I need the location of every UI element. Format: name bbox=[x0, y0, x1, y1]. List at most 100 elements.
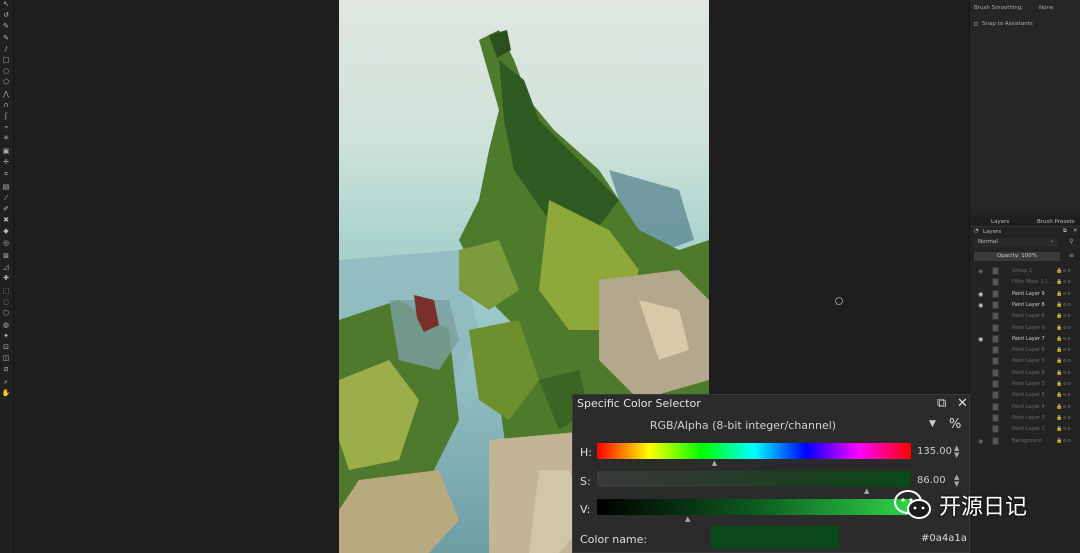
eye-hidden-icon[interactable]: · bbox=[978, 426, 980, 433]
value-slider[interactable] bbox=[597, 499, 911, 515]
smart-patch-tool-icon[interactable]: ✖ bbox=[1, 216, 11, 225]
layer-row[interactable]: · Paint Layer 6 🔒αο bbox=[970, 368, 1080, 379]
layer-lock-alpha-icons[interactable]: 🔒αο bbox=[1056, 426, 1072, 432]
eye-icon[interactable]: ◉ bbox=[978, 438, 983, 445]
blend-mode-select[interactable]: Normal ⌄ bbox=[974, 238, 1058, 247]
tab-layers[interactable]: Layers bbox=[991, 219, 1009, 225]
layer-lock-alpha-icons[interactable]: 🔒αο bbox=[1056, 313, 1072, 319]
elliptical-selection-tool-icon[interactable]: ◌ bbox=[1, 298, 11, 307]
eye-icon[interactable]: ◉ bbox=[978, 291, 983, 298]
eye-hidden-icon[interactable]: · bbox=[978, 392, 980, 399]
contiguous-selection-tool-icon[interactable]: ✦ bbox=[1, 332, 11, 341]
eye-hidden-icon[interactable]: · bbox=[978, 370, 980, 377]
saturation-slider-marker[interactable]: ▲ bbox=[864, 487, 869, 495]
opacity-slider[interactable]: Opacity: 100% bbox=[974, 252, 1060, 261]
select-shapes-tool-icon[interactable]: ↖ bbox=[1, 0, 11, 9]
layer-lock-alpha-icons[interactable]: 🔒αο bbox=[1056, 336, 1072, 342]
layer-row[interactable]: ◉ Group 2 🔒αο bbox=[970, 266, 1080, 277]
close-panel-icon[interactable]: ✕ bbox=[1073, 228, 1078, 234]
reference-tool-icon[interactable]: ✚ bbox=[1, 274, 11, 283]
eye-hidden-icon[interactable]: · bbox=[978, 381, 980, 388]
freehand-path-tool-icon[interactable]: ʃ bbox=[1, 112, 11, 121]
similar-selection-tool-icon[interactable]: ⊡ bbox=[1, 343, 11, 352]
eye-icon[interactable]: ◉ bbox=[978, 302, 983, 309]
eye-icon[interactable]: ◉ bbox=[978, 336, 983, 343]
layer-row[interactable]: ◉ Paint Layer 8 🔒αο bbox=[970, 300, 1080, 311]
colorize-mask-tool-icon[interactable]: ✐ bbox=[1, 205, 11, 214]
transform-tool-icon[interactable]: ▣ bbox=[1, 147, 11, 156]
float-panel-icon[interactable]: ⧉ bbox=[937, 396, 946, 411]
layer-lock-alpha-icons[interactable]: 🔒αο bbox=[1056, 325, 1072, 331]
eye-hidden-icon[interactable]: · bbox=[978, 404, 980, 411]
color-hex-value[interactable]: #0a4a1a bbox=[921, 533, 967, 544]
layer-lock-alpha-icons[interactable]: 🔒αο bbox=[1056, 381, 1072, 387]
edit-shapes-tool-icon[interactable]: ↺ bbox=[1, 11, 11, 20]
freehand-selection-tool-icon[interactable]: ◍ bbox=[1, 321, 11, 330]
rectangle-tool-icon[interactable]: □ bbox=[1, 56, 11, 65]
multibrush-tool-icon[interactable]: ✳ bbox=[1, 134, 11, 143]
color-model-dropdown-icon[interactable]: ▼ bbox=[929, 419, 936, 429]
snap-to-assistants-checkbox[interactable]: Snap to Assistants bbox=[974, 21, 1033, 27]
hue-slider-marker[interactable]: ▲ bbox=[712, 459, 717, 467]
eye-hidden-icon[interactable]: · bbox=[978, 358, 980, 365]
crop-tool-icon[interactable]: ⌗ bbox=[1, 170, 11, 179]
layer-lock-alpha-icons[interactable]: 🔒αο bbox=[1056, 302, 1072, 308]
layer-lock-alpha-icons[interactable]: 🔒αο bbox=[1056, 291, 1072, 297]
layer-lock-alpha-icons[interactable]: 🔒αο bbox=[1056, 268, 1072, 274]
eye-hidden-icon[interactable]: · bbox=[978, 415, 980, 422]
layer-row[interactable]: · Paint Layer 1 🔒αο bbox=[970, 424, 1080, 435]
layer-row[interactable]: · Paint Layer 5 🔒αο bbox=[970, 356, 1080, 367]
layer-row[interactable]: · Paint Layer 6 🔒αο bbox=[970, 323, 1080, 334]
layer-lock-alpha-icons[interactable]: 🔒αο bbox=[1056, 438, 1072, 444]
eye-hidden-icon[interactable]: · bbox=[978, 325, 980, 332]
layer-row[interactable]: · Paint Layer 6 🔒αο bbox=[970, 311, 1080, 322]
gradient-tool-icon[interactable]: ▤ bbox=[1, 183, 11, 192]
eye-icon[interactable]: ◉ bbox=[978, 268, 983, 275]
rectangular-selection-tool-icon[interactable]: ⬚ bbox=[1, 287, 11, 296]
dynamic-brush-tool-icon[interactable]: ⌁ bbox=[1, 123, 11, 132]
tab-brush-presets[interactable]: Brush Presets bbox=[1037, 219, 1075, 225]
layer-lock-alpha-icons[interactable]: 🔒αο bbox=[1056, 370, 1072, 376]
move-tool-icon[interactable]: ✛ bbox=[1, 158, 11, 167]
text-tool-icon[interactable]: ✎ bbox=[1, 22, 11, 31]
enclose-fill-tool-icon[interactable]: ◎ bbox=[1, 239, 11, 248]
layer-row[interactable]: ◉ Paint Layer 9 🔒αο bbox=[970, 289, 1080, 300]
layer-lock-alpha-icons[interactable]: 🔒αο bbox=[1056, 358, 1072, 364]
float-panel-icon[interactable]: ⧉ bbox=[1063, 228, 1067, 235]
percent-toggle-button[interactable]: % bbox=[949, 417, 961, 432]
layer-row[interactable]: ◉ Paint Layer 7 🔒αο bbox=[970, 334, 1080, 345]
close-icon[interactable]: ✕ bbox=[957, 396, 968, 411]
layer-menu-icon[interactable]: ≡ bbox=[1069, 252, 1074, 259]
eye-hidden-icon[interactable]: · bbox=[978, 313, 980, 320]
polyline-tool-icon[interactable]: ⋀ bbox=[1, 90, 11, 99]
layer-row[interactable]: ◉ Background 🔒αο bbox=[970, 436, 1080, 447]
eye-hidden-icon[interactable]: · bbox=[978, 279, 980, 286]
ellipse-tool-icon[interactable]: ○ bbox=[1, 67, 11, 76]
hue-slider[interactable] bbox=[597, 443, 911, 459]
bezier-selection-tool-icon[interactable]: ◫ bbox=[1, 354, 11, 363]
eye-hidden-icon[interactable]: · bbox=[978, 347, 980, 354]
value-slider-marker[interactable]: ▲ bbox=[685, 515, 690, 523]
checkbox-box[interactable] bbox=[974, 21, 978, 26]
layer-lock-alpha-icons[interactable]: 🔒αο bbox=[1056, 347, 1072, 353]
filter-icon[interactable]: ⚲ bbox=[1069, 238, 1073, 245]
layer-row[interactable]: · Paint Layer 4 🔒αο bbox=[970, 402, 1080, 413]
brush-smoothing-select[interactable]: None bbox=[1039, 5, 1053, 11]
color-sampler-tool-icon[interactable]: ⁄ bbox=[1, 194, 11, 203]
polygonal-selection-tool-icon[interactable]: ⬡ bbox=[1, 309, 11, 318]
layer-lock-alpha-icons[interactable]: 🔒αο bbox=[1056, 404, 1072, 410]
layer-row[interactable]: · Filter Mask 1 (... 🔒αο bbox=[970, 277, 1080, 288]
bezier-curve-tool-icon[interactable]: ∩ bbox=[1, 101, 11, 110]
layer-row[interactable]: · Paint Layer 3 🔒αο bbox=[970, 413, 1080, 424]
saturation-stepper[interactable]: ▲ ▼ bbox=[954, 474, 959, 488]
layer-lock-alpha-icons[interactable]: 🔒αο bbox=[1056, 279, 1072, 285]
layer-row[interactable]: · Paint Layer 6 🔒αο bbox=[970, 345, 1080, 356]
assistant-tool-icon[interactable]: ⊠ bbox=[1, 252, 11, 261]
measure-tool-icon[interactable]: ◿ bbox=[1, 263, 11, 272]
fill-tool-icon[interactable]: ◆ bbox=[1, 227, 11, 236]
freehand-brush-tool-icon[interactable]: ✎ bbox=[1, 34, 11, 43]
layer-lock-alpha-icons[interactable]: 🔒αο bbox=[1056, 392, 1072, 398]
layer-row[interactable]: · Paint Layer 5 🔒αο bbox=[970, 379, 1080, 390]
layer-lock-alpha-icons[interactable]: 🔒αο bbox=[1056, 415, 1072, 421]
layer-row[interactable]: · Paint Layer 5 🔒αο bbox=[970, 390, 1080, 401]
